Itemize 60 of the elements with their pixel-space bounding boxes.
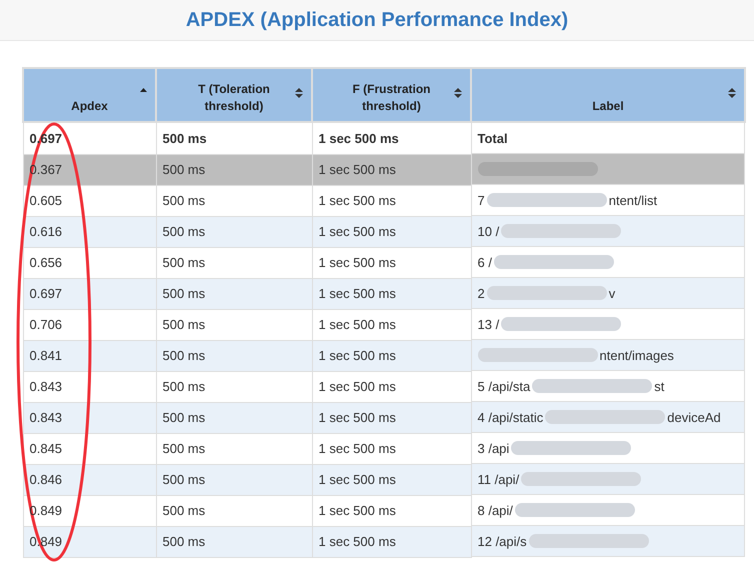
table-cell: 1 sec 500 ms bbox=[312, 247, 471, 278]
apdex-value: 0.841 bbox=[30, 348, 62, 363]
column-header[interactable]: T (Toleration threshold) bbox=[156, 68, 312, 122]
label-text: v bbox=[608, 286, 616, 300]
table-cell: 1 sec 500 ms bbox=[312, 185, 471, 216]
table-cell: 1 sec 500 ms bbox=[312, 340, 471, 371]
table-cell: 1 sec 500 ms bbox=[312, 309, 471, 340]
table-cell: 1 sec 500 ms bbox=[312, 433, 471, 464]
apdex-value: 0.845 bbox=[30, 441, 62, 456]
table-cell: 500 ms bbox=[156, 340, 312, 371]
label-text: 12 /api/s bbox=[478, 534, 527, 548]
apdex-value: 0.846 bbox=[30, 472, 62, 487]
table-cell: 1 sec 500 ms bbox=[312, 122, 471, 154]
table-cell: 500 ms bbox=[156, 278, 312, 309]
table-cell: 1 sec 500 ms bbox=[312, 371, 471, 402]
label-text: 13 / bbox=[478, 316, 500, 332]
apdex-value: 0.843 bbox=[30, 379, 62, 394]
label-text: 2 bbox=[478, 286, 485, 300]
table-cell: 500 ms bbox=[156, 402, 312, 433]
table-cell: 1 sec 500 ms bbox=[312, 216, 471, 247]
table-cell: 500 ms bbox=[156, 247, 312, 278]
table-cell: 1 sec 500 ms bbox=[312, 278, 471, 309]
table-cell: 500 ms bbox=[156, 154, 312, 185]
table-cell: 1 sec 500 ms bbox=[312, 154, 471, 185]
table-cell: 500 ms bbox=[156, 495, 312, 526]
table-cell: 500 ms bbox=[156, 309, 312, 340]
table-cell: 1 sec 500 ms bbox=[312, 495, 471, 526]
table-cell: 1 sec 500 ms bbox=[312, 464, 471, 495]
label-text: deviceAd bbox=[667, 410, 721, 424]
label-text: 11 /api/ bbox=[478, 472, 520, 486]
table-cell: 500 ms bbox=[156, 433, 312, 464]
column-header[interactable]: Label bbox=[471, 68, 745, 122]
label-text: 5 /api/sta bbox=[478, 378, 530, 394]
apdex-value: 0.706 bbox=[30, 317, 62, 332]
table-cell: 500 ms bbox=[156, 526, 312, 557]
column-header[interactable]: Apdex bbox=[23, 68, 156, 122]
label-text: 6 / bbox=[478, 254, 492, 270]
label-text: 8 /api/ bbox=[478, 502, 513, 518]
label-text: ntent/list bbox=[608, 192, 658, 208]
table-cell: 500 ms bbox=[156, 371, 312, 402]
label-text: 7 bbox=[478, 192, 485, 208]
table-cell: 500 ms bbox=[156, 122, 312, 154]
table-cell: 500 ms bbox=[156, 216, 312, 247]
apdex-value: 0.616 bbox=[30, 224, 62, 239]
label-text: 4 /api/static bbox=[478, 410, 544, 424]
page-title: APDEX (Application Performance Index) bbox=[186, 8, 568, 32]
label-text: 10 / bbox=[478, 224, 500, 238]
apdex-value: 0.656 bbox=[30, 255, 62, 270]
apdex-value: 0.843 bbox=[30, 410, 62, 425]
apdex-value: 0.605 bbox=[30, 193, 62, 208]
apdex-value: 0.697 bbox=[30, 286, 62, 301]
label-text: Total bbox=[478, 130, 508, 146]
table-cell: 1 sec 500 ms bbox=[312, 402, 471, 433]
table-cell: 1 sec 500 ms bbox=[312, 526, 471, 557]
label-text: ntent/images bbox=[600, 348, 674, 362]
label-text: st bbox=[654, 378, 664, 394]
label-text: 3 /api bbox=[478, 440, 510, 456]
table-cell: 500 ms bbox=[156, 464, 312, 495]
table-cell: 500 ms bbox=[156, 185, 312, 216]
column-header[interactable]: F (Frustration threshold) bbox=[312, 68, 471, 122]
